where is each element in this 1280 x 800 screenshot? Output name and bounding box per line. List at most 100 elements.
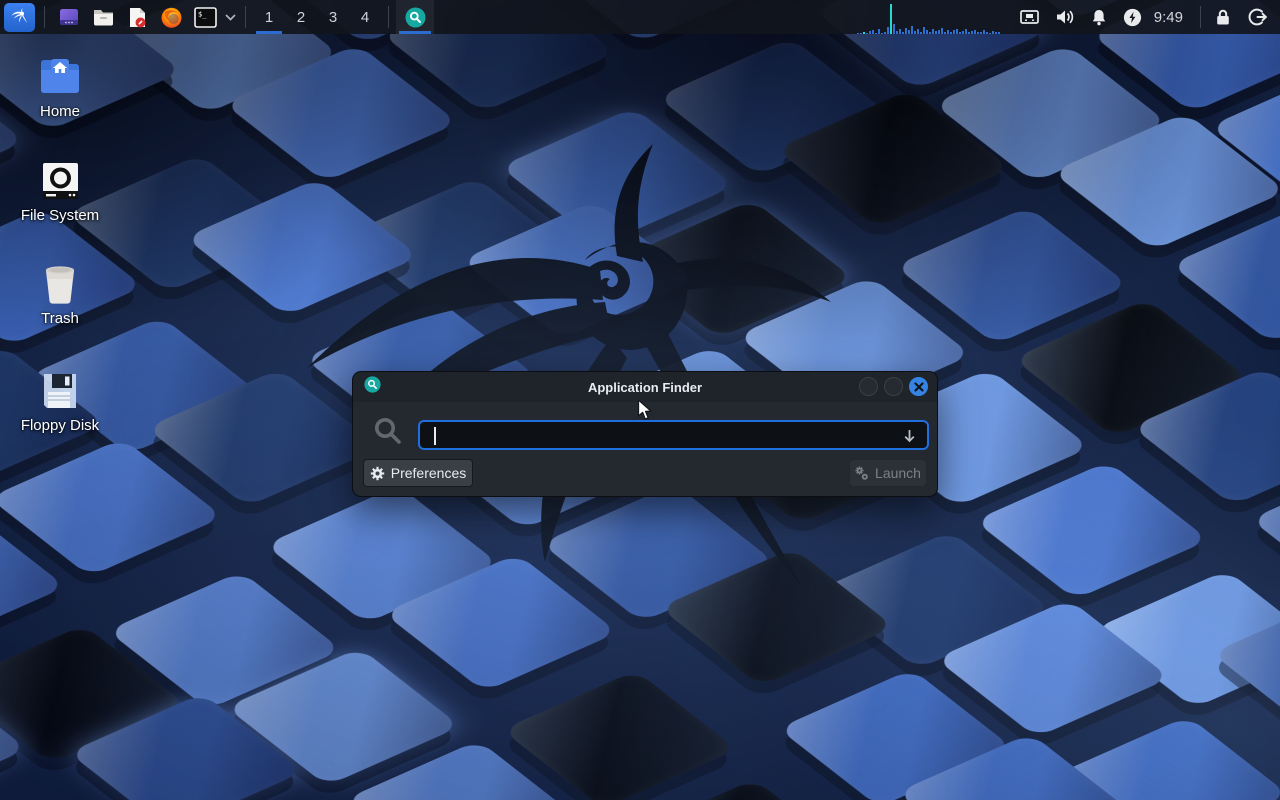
floppy-disk-icon (38, 370, 82, 412)
clock[interactable]: 9:49 (1154, 9, 1183, 26)
launcher-app-window[interactable] (52, 0, 86, 34)
cpu-bar (875, 33, 877, 34)
workspace-button-4[interactable]: 4 (349, 0, 381, 34)
minimize-button[interactable] (859, 377, 878, 396)
cpu-bar (944, 32, 946, 34)
power-icon[interactable] (1123, 8, 1142, 27)
text-caret (434, 427, 436, 445)
cpu-bar (986, 32, 988, 34)
launcher-file-manager[interactable] (86, 0, 120, 34)
cpu-bar (950, 32, 952, 34)
cpu-bar (956, 29, 958, 34)
kali-dragon-icon (4, 3, 35, 32)
panel-separator (44, 6, 45, 28)
system-load-graph[interactable] (857, 1, 1009, 34)
text-editor-icon (126, 6, 148, 29)
desktop-icon-label: Trash (41, 310, 79, 327)
taskbar-application-finder[interactable] (396, 0, 434, 34)
launcher-firefox[interactable] (154, 0, 188, 34)
launch-label: Launch (875, 465, 921, 481)
logout-icon[interactable] (1248, 7, 1268, 27)
desktop-icon-label: Home (40, 103, 80, 120)
home-folder-icon (38, 56, 82, 98)
maximize-button[interactable] (884, 377, 903, 396)
cpu-bar (959, 32, 961, 34)
cpu-bar (908, 30, 910, 34)
close-button[interactable] (909, 377, 928, 396)
launcher-terminal[interactable]: $_ (188, 0, 222, 34)
terminal-icon: $_ (194, 7, 217, 28)
workspace-button-2[interactable]: 2 (285, 0, 317, 34)
cpu-bar (989, 33, 991, 34)
session-buttons (1214, 7, 1268, 27)
network-icon[interactable] (1019, 8, 1040, 26)
cpu-bar (926, 30, 928, 34)
cpu-bar (962, 31, 964, 34)
desktop-icon-label: Floppy Disk (21, 417, 99, 434)
search-input[interactable] (418, 420, 929, 450)
application-finder-window: Application Finder (352, 371, 938, 497)
file-manager-icon (92, 6, 115, 28)
cpu-bar (938, 30, 940, 34)
gear-icon (370, 466, 385, 481)
appfinder-icon (405, 7, 426, 28)
launch-button[interactable]: Launch (849, 459, 927, 487)
wallpaper-cube (502, 670, 737, 800)
hard-drive-icon (38, 160, 82, 202)
cpu-bar (863, 32, 865, 34)
window-title: Application Finder (353, 380, 937, 395)
cpu-bar (941, 28, 943, 34)
desktop-icon-home[interactable]: Home (0, 56, 120, 120)
cpu-bar (935, 31, 937, 34)
active-workspace-underline (256, 31, 282, 34)
titlebar[interactable]: Application Finder (353, 372, 937, 402)
cpu-bar (872, 30, 874, 34)
launcher-text-editor[interactable] (120, 0, 154, 34)
chevron-down-icon (225, 14, 236, 21)
preferences-button[interactable]: Preferences (363, 459, 473, 487)
arrow-down-icon[interactable] (902, 428, 917, 444)
wallpaper-cube (1211, 594, 1280, 732)
panel-separator (245, 6, 246, 28)
cpu-bar (992, 31, 994, 34)
search-row (353, 402, 937, 462)
workspace-label: 4 (361, 9, 369, 26)
top-panel: $_ 1 2 3 4 (0, 0, 1280, 34)
cpu-bar (866, 33, 868, 34)
cpu-bar (929, 32, 931, 34)
cpu-bar (932, 29, 934, 34)
workspace-button-3[interactable]: 3 (317, 0, 349, 34)
svg-text:$_: $_ (198, 10, 207, 18)
notifications-icon[interactable] (1090, 8, 1108, 27)
panel-separator (1200, 6, 1201, 28)
workspace-button-1[interactable]: 1 (253, 0, 285, 34)
volume-icon[interactable] (1055, 8, 1075, 26)
workspace-label: 1 (265, 9, 273, 26)
workspace-label: 3 (329, 9, 337, 26)
cpu-bar (899, 29, 901, 34)
cpu-bar (911, 26, 913, 34)
cpu-bar (878, 29, 880, 34)
cpu-bar (887, 27, 889, 34)
trash-icon (38, 263, 82, 305)
cpu-bar (980, 32, 982, 34)
applications-menu-button[interactable] (2, 0, 37, 34)
firefox-icon (160, 6, 183, 29)
cpu-bar (920, 32, 922, 34)
desktop-icon-floppy-disk[interactable]: Floppy Disk (0, 370, 120, 434)
cpu-bar (869, 31, 871, 34)
cpu-bar (974, 30, 976, 34)
desktop-icon-label: File System (21, 207, 99, 224)
cpu-bar (893, 24, 895, 34)
cpu-bar (917, 29, 919, 34)
cpu-bar (968, 32, 970, 34)
cpu-bar (983, 30, 985, 34)
desktop-icon-trash[interactable]: Trash (0, 263, 120, 327)
cpu-bar (914, 31, 916, 34)
terminal-dropdown-button[interactable] (222, 0, 238, 34)
workspace-label: 2 (297, 9, 305, 26)
lock-icon[interactable] (1214, 8, 1232, 27)
desktop-icon-file-system[interactable]: File System (0, 160, 120, 224)
cpu-bar (998, 32, 1000, 34)
cpu-bar (965, 29, 967, 34)
